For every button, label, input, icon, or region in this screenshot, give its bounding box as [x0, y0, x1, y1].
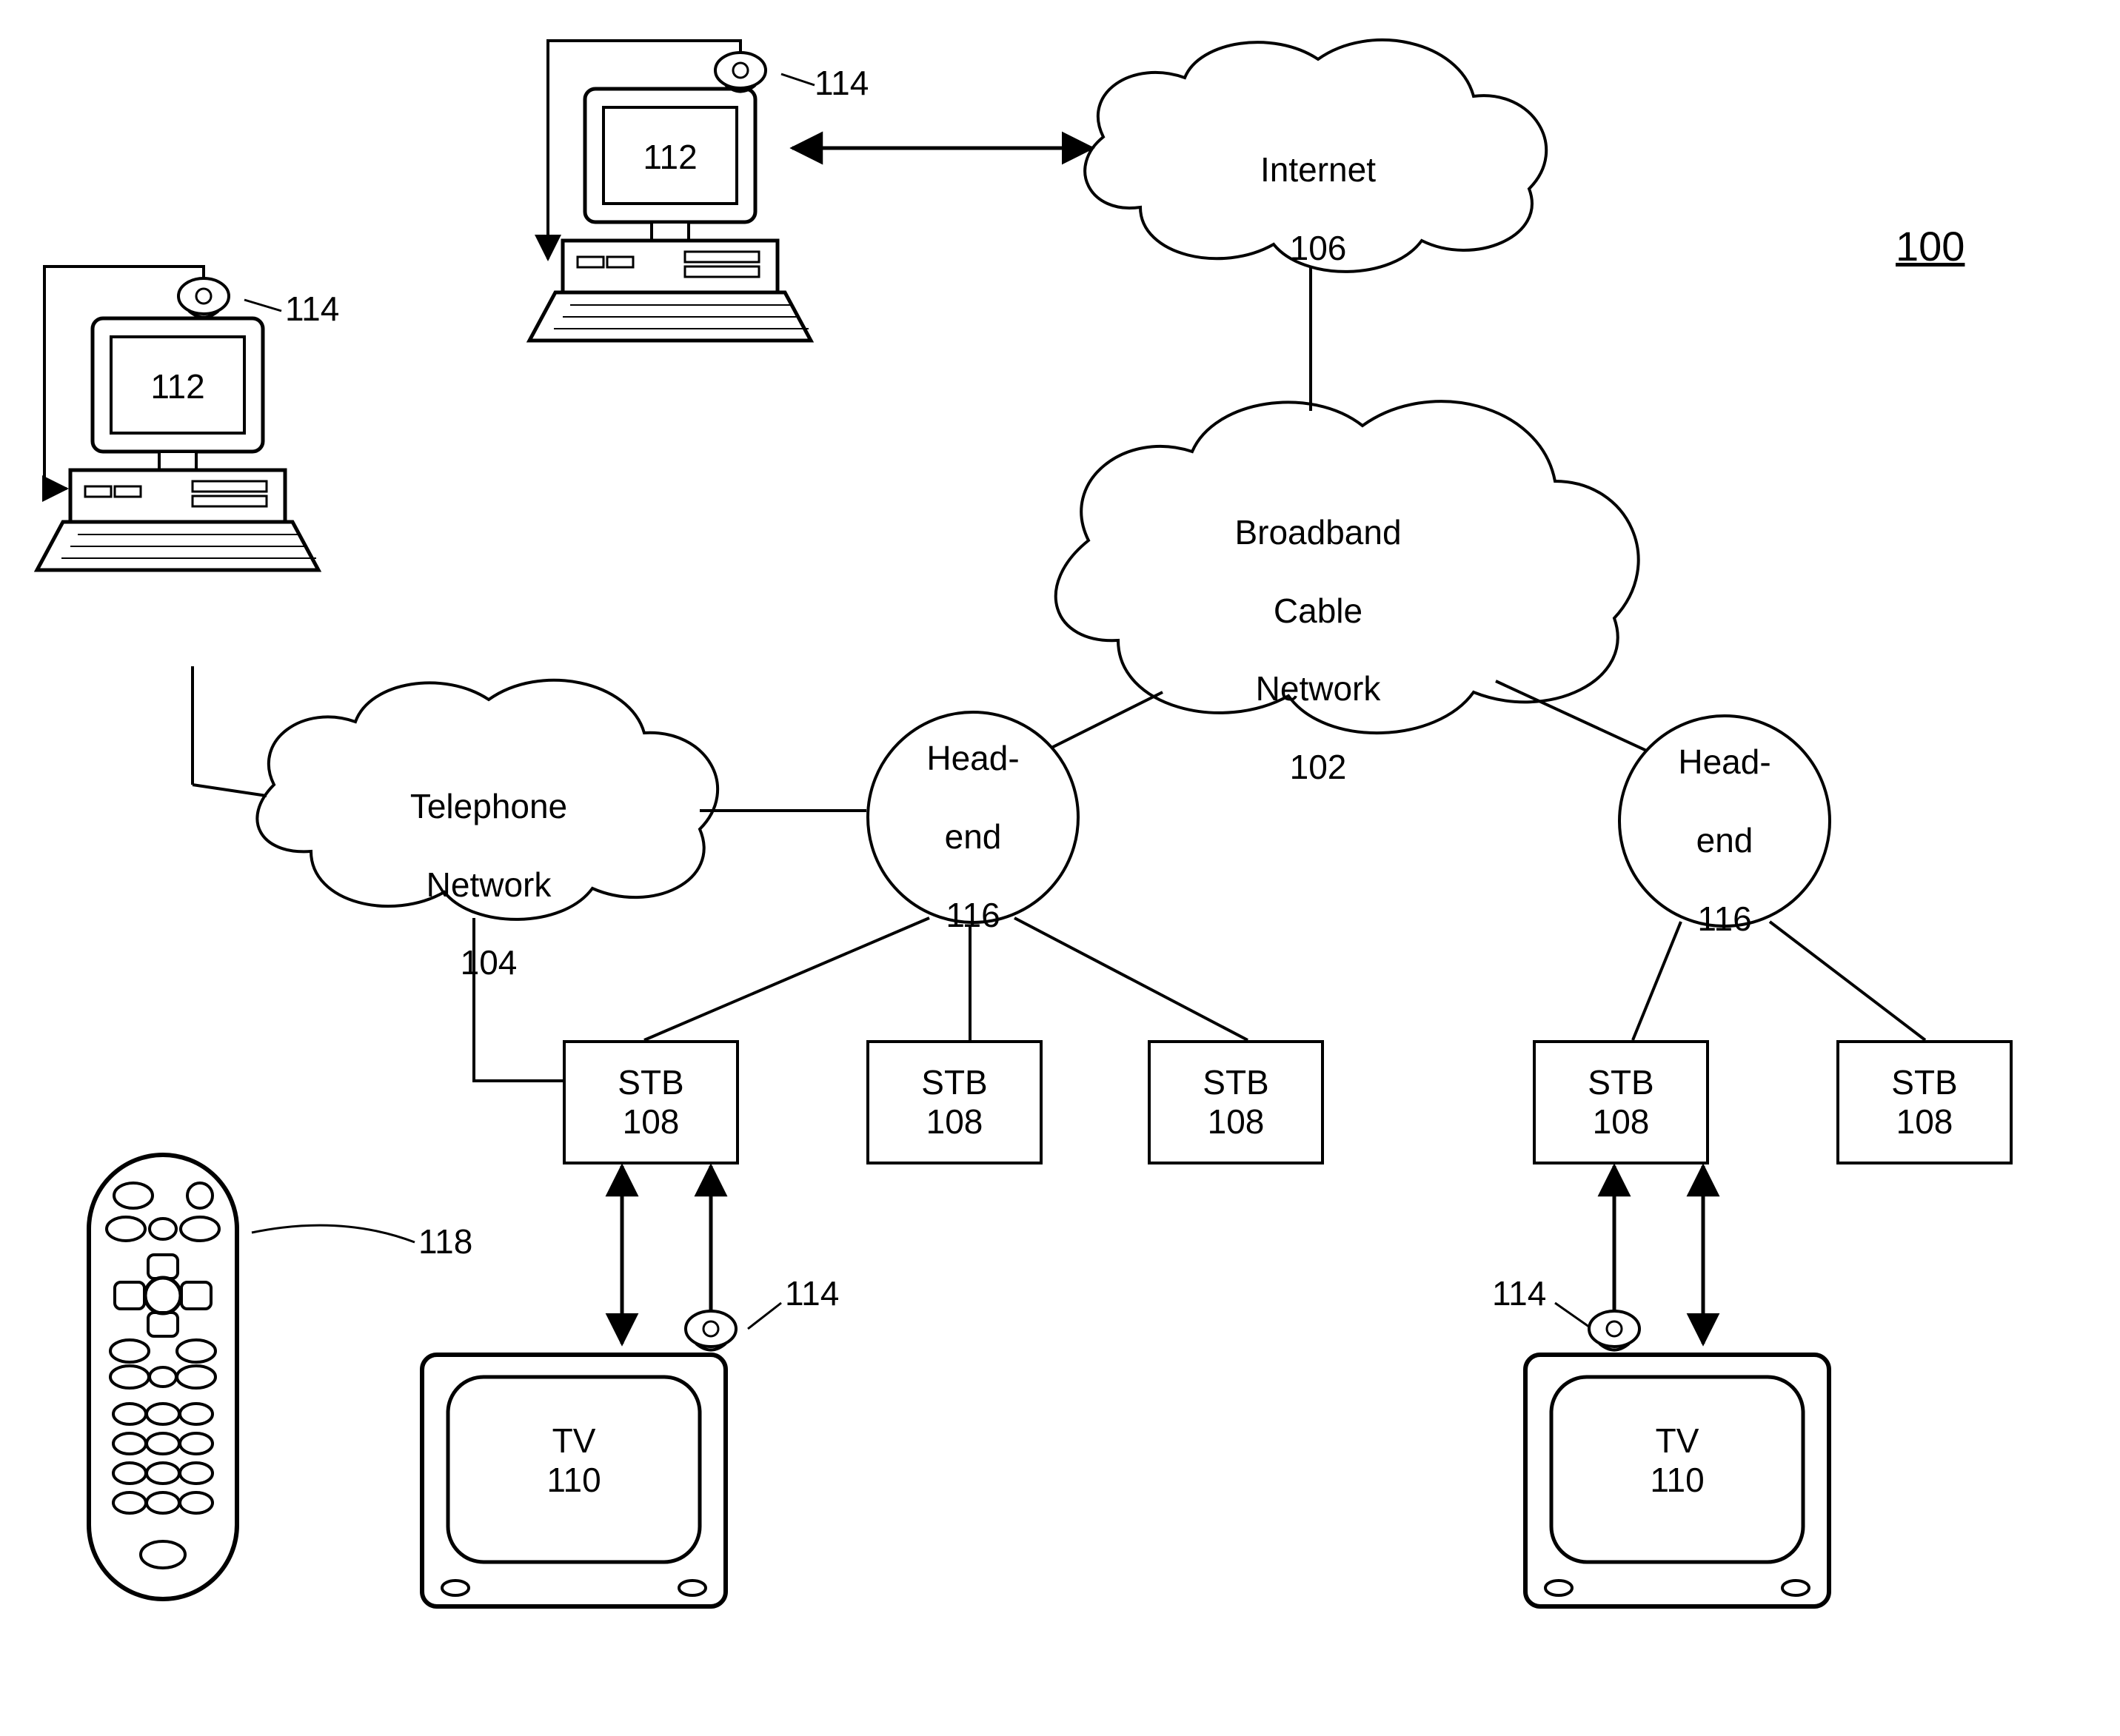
diagram-canvas: 100: [0, 0, 2120, 1736]
cam-pc-left-ref: 114: [285, 289, 339, 329]
stb-r2: STB 108: [1836, 1040, 2013, 1164]
broadband-cloud-text: Broadband Cable Network 102: [1200, 474, 1437, 787]
telephone-cloud-text: Telephone Network 104: [370, 748, 607, 982]
broadband-l3: Network: [1256, 669, 1381, 708]
camera-tv-right: [1589, 1311, 1639, 1350]
computer-top-drawing: [529, 89, 811, 341]
remote-drawing: [89, 1155, 237, 1599]
headend-left-l2: end: [945, 817, 1002, 856]
pc-left-label: 112: [148, 366, 207, 406]
headend-right: Head- end 116: [1618, 714, 1831, 928]
headend-right-ref: 116: [1697, 899, 1751, 938]
pc-top-label: 112: [641, 137, 700, 177]
stb-r1: STB 108: [1533, 1040, 1709, 1164]
telephone-ref: 104: [461, 943, 518, 982]
headend-right-l2: end: [1696, 821, 1753, 859]
headend-right-l1: Head-: [1678, 743, 1770, 781]
broadband-l2: Cable: [1274, 591, 1362, 630]
broadband-l1: Broadband: [1234, 513, 1401, 552]
cam-tv-left-ref: 114: [785, 1273, 839, 1313]
cam-pc-top-ref: 114: [815, 63, 869, 103]
computer-left-drawing: [37, 318, 318, 570]
stb-l3: STB 108: [1148, 1040, 1324, 1164]
internet-ref: 106: [1290, 229, 1347, 267]
remote-ref: 118: [418, 1221, 472, 1261]
headend-left: Head- end 116: [866, 711, 1080, 924]
internet-label: Internet: [1260, 150, 1376, 189]
telephone-l1: Telephone: [410, 787, 567, 825]
camera-pc-top: [715, 53, 766, 92]
cam-tv-right-ref: 114: [1492, 1273, 1546, 1313]
stb-l2: STB 108: [866, 1040, 1043, 1164]
camera-pc-left: [178, 278, 229, 318]
camera-tv-left: [686, 1311, 736, 1350]
stb-l1: STB 108: [563, 1040, 739, 1164]
figure-id: 100: [1896, 222, 1964, 270]
telephone-l2: Network: [427, 865, 552, 904]
internet-cloud-text: Internet 106: [1214, 111, 1422, 268]
headend-left-ref: 116: [946, 896, 1000, 934]
tv-left-label: TV 110: [504, 1421, 644, 1500]
broadband-ref: 102: [1290, 748, 1347, 786]
tv-right-label: TV 110: [1607, 1421, 1748, 1500]
headend-left-l1: Head-: [926, 739, 1019, 777]
